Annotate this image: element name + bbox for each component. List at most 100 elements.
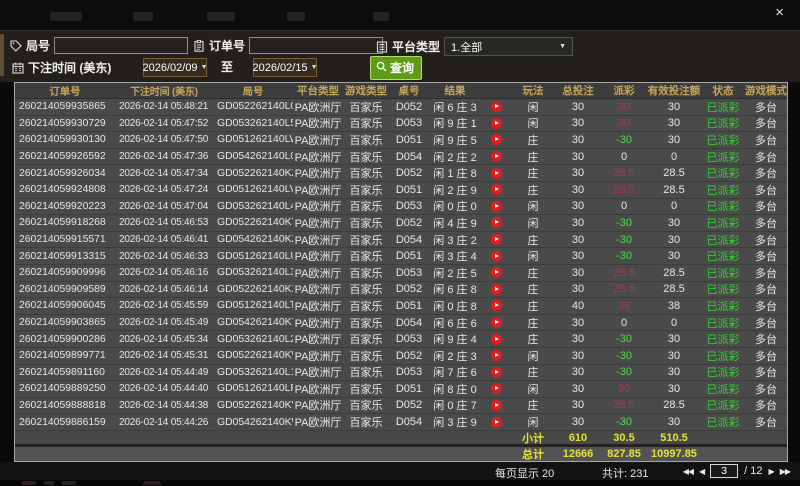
cell-game: 百家乐	[343, 99, 389, 115]
replay-video-icon[interactable]	[491, 101, 502, 112]
cell-play: 庄	[511, 315, 555, 331]
cell-tableNo: D054	[389, 315, 429, 331]
cell-order: 260214059891160	[15, 365, 115, 381]
replay-video-icon[interactable]	[491, 168, 502, 179]
cell-valid: 30	[647, 116, 701, 132]
cell-platform: PA欧洲厅	[293, 182, 343, 198]
result-icon-cell	[481, 165, 511, 181]
platform-filter-label: 平台类型	[392, 38, 440, 55]
subtotal-row: 小计61030.5510.5	[15, 431, 787, 445]
cell-game: 百家乐	[343, 116, 389, 132]
cell-round: GD051262140LR	[213, 381, 293, 397]
cell-total: 30	[555, 381, 601, 397]
bet-time-filter-label: 下注时间 (美东)	[28, 59, 111, 76]
cell-game: 百家乐	[343, 365, 389, 381]
date-to-picker[interactable]: 2026/02/15 ▼	[253, 58, 317, 77]
prev-page-icon[interactable]: ◀	[699, 465, 704, 478]
replay-video-icon[interactable]	[491, 317, 502, 328]
cell-valid: 30	[647, 99, 701, 115]
cell-status: 已派彩	[701, 282, 745, 298]
cell-time: 2026-02-14 05:44:40	[115, 381, 213, 397]
first-page-icon[interactable]: ◀◀	[683, 465, 693, 478]
date-from-picker[interactable]: 2026/02/09 ▼	[143, 58, 207, 77]
column-header: 订单号	[15, 83, 115, 98]
replay-video-icon[interactable]	[491, 367, 502, 378]
replay-video-icon[interactable]	[491, 118, 502, 129]
replay-video-icon[interactable]	[491, 217, 502, 228]
cell-valid: 30	[647, 215, 701, 231]
replay-video-icon[interactable]	[491, 201, 502, 212]
table-row: 2602140599307292026-02-14 05:47:52GD0532…	[15, 116, 787, 133]
cell-mode: 多台	[745, 398, 787, 414]
cell-round: GD053262140L3	[213, 265, 293, 281]
filter-panel: 局号 订单号 平台类型 1.全部 ▼ 下注时间 (美东)	[0, 30, 800, 82]
cell-platform: PA欧洲厅	[293, 315, 343, 331]
result-icon-cell	[481, 398, 511, 414]
dimmed-menu-item	[373, 12, 389, 21]
cell-time: 2026-02-14 05:46:41	[115, 232, 213, 248]
cell-platform: PA欧洲厅	[293, 282, 343, 298]
cell-valid: 30	[647, 331, 701, 347]
calendar-icon	[12, 62, 24, 74]
table-row: 2602140599099962026-02-14 05:46:16GD0532…	[15, 265, 787, 282]
replay-video-icon[interactable]	[491, 300, 502, 311]
cell-platform: PA欧洲厅	[293, 165, 343, 181]
cell-play: 庄	[511, 232, 555, 248]
cell-order: 260214059926034	[15, 165, 115, 181]
cell-result: 闲 3 庄 2	[429, 232, 481, 248]
cell-status: 已派彩	[701, 215, 745, 231]
cell-total: 30	[555, 232, 601, 248]
column-header: 游戏模式	[745, 83, 787, 98]
cell-result: 闲 0 庄 8	[429, 298, 481, 314]
query-button[interactable]: 查询	[370, 56, 422, 80]
table-row: 2602140599038652026-02-14 05:45:49GD0542…	[15, 315, 787, 332]
replay-video-icon[interactable]	[491, 334, 502, 345]
result-icon-cell	[481, 149, 511, 165]
cell-payout: 38	[601, 298, 647, 314]
replay-video-icon[interactable]	[491, 350, 502, 361]
round-input[interactable]	[54, 37, 188, 54]
cell-round: GD052262140KY	[213, 215, 293, 231]
round-filter-label: 局号	[26, 37, 50, 54]
cell-tableNo: D053	[389, 265, 429, 281]
cell-tableNo: D051	[389, 132, 429, 148]
close-icon[interactable]: ×	[775, 5, 784, 20]
cell-valid: 28.5	[647, 182, 701, 198]
cell-order: 260214059906045	[15, 298, 115, 314]
cell-tableNo: D053	[389, 331, 429, 347]
cell-status: 已派彩	[701, 99, 745, 115]
cell-result: 闲 3 庄 9	[429, 414, 481, 430]
replay-video-icon[interactable]	[491, 417, 502, 428]
order-input[interactable]	[249, 37, 383, 54]
cell-time: 2026-02-14 05:47:24	[115, 182, 213, 198]
replay-video-icon[interactable]	[491, 267, 502, 278]
last-page-icon[interactable]: ▶▶	[780, 465, 790, 478]
cell-round: GD051262140LU	[213, 248, 293, 264]
replay-video-icon[interactable]	[491, 383, 502, 394]
replay-video-icon[interactable]	[491, 284, 502, 295]
cell-payout: 28.5	[601, 265, 647, 281]
cell-time: 2026-02-14 05:47:34	[115, 165, 213, 181]
table-body: 2602140599358652026-02-14 05:48:21GD0522…	[15, 99, 787, 431]
cell-status: 已派彩	[701, 232, 745, 248]
table-row: 2602140599060452026-02-14 05:45:59GD0512…	[15, 298, 787, 315]
cell-round: GD053262140L5	[213, 116, 293, 132]
replay-video-icon[interactable]	[491, 400, 502, 411]
page-number-input[interactable]: 3	[710, 464, 738, 478]
platform-select[interactable]: 1.全部 ▼	[444, 37, 573, 56]
cell-payout: -30	[601, 348, 647, 364]
replay-video-icon[interactable]	[491, 134, 502, 145]
result-icon-cell	[481, 99, 511, 115]
replay-video-icon[interactable]	[491, 251, 502, 262]
cell-status: 已派彩	[701, 265, 745, 281]
replay-video-icon[interactable]	[491, 234, 502, 245]
cell-tableNo: D052	[389, 215, 429, 231]
cell-status: 已派彩	[701, 298, 745, 314]
cell-mode: 多台	[745, 282, 787, 298]
replay-video-icon[interactable]	[491, 184, 502, 195]
column-header: 下注时间 (美东)	[115, 83, 213, 98]
next-page-icon[interactable]: ▶	[769, 465, 774, 478]
cell-round: GD053262140L1	[213, 365, 293, 381]
replay-video-icon[interactable]	[491, 151, 502, 162]
subtotal-label-total-bet: 610	[555, 432, 601, 444]
